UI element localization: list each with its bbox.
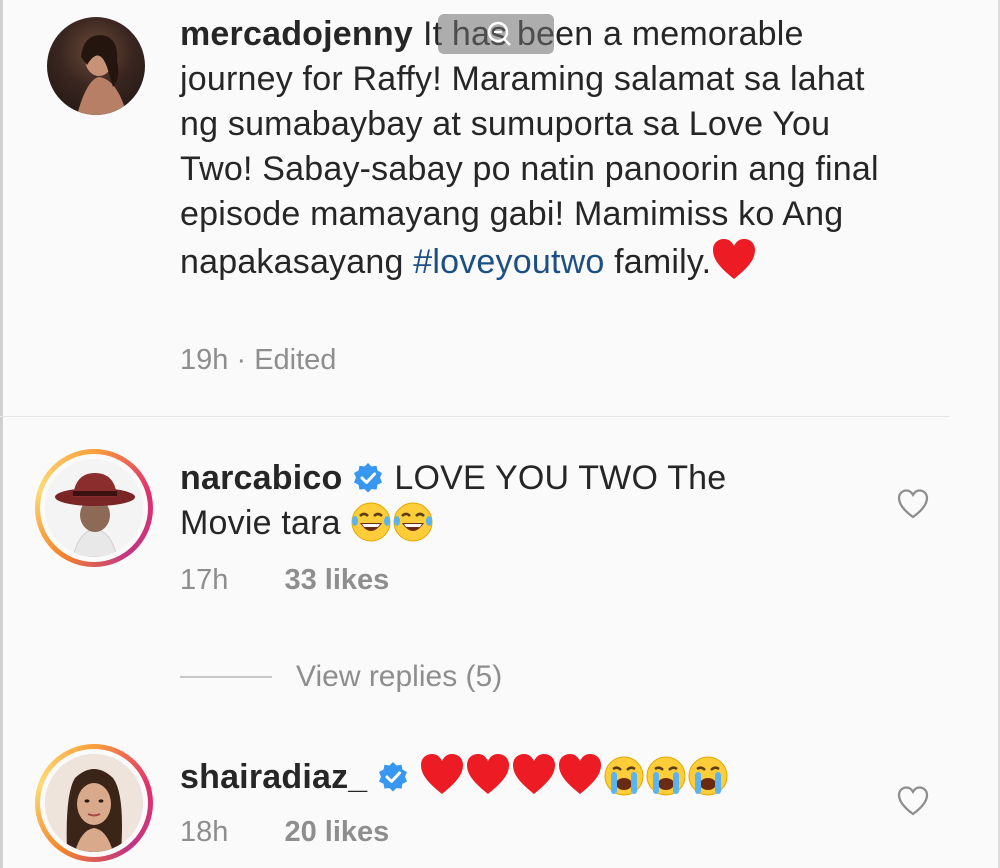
red-heart-icon	[467, 754, 510, 794]
timestamp: 18h	[180, 816, 229, 848]
red-heart-icon	[713, 239, 756, 279]
verified-badge-icon	[379, 762, 408, 792]
search-icon	[487, 21, 511, 46]
avatar-photo	[77, 35, 127, 115]
timestamp: 17h	[180, 564, 229, 596]
hashtag-link[interactable]: #loveyoutwo	[413, 243, 604, 281]
red-heart-icon	[513, 754, 556, 794]
zoom-overlay	[438, 14, 554, 54]
like-heart-icon[interactable]	[896, 487, 930, 521]
red-heart-icon	[421, 754, 464, 794]
username[interactable]: shairadiaz_	[180, 758, 367, 796]
red-heart-icon	[559, 754, 602, 794]
view-replies-button[interactable]: View replies (5)	[180, 660, 502, 694]
view-replies-label: View replies (5)	[296, 660, 503, 693]
comment-meta: 19h · Edited	[180, 344, 336, 377]
replies-line	[180, 676, 272, 678]
like-heart-icon[interactable]	[896, 784, 930, 818]
frame-edge	[0, 0, 3, 868]
username[interactable]: mercadojenny	[180, 15, 413, 53]
comment-meta: 18h 20 likes	[180, 816, 389, 849]
meta-separator: ·	[236, 344, 247, 376]
comment-text: shairadiaz_	[180, 752, 880, 800]
verified-badge-icon	[354, 463, 383, 493]
crying-emoji-icon	[604, 756, 644, 796]
avatar-shairadiaz[interactable]	[45, 754, 143, 852]
comment-body-end: family.	[614, 243, 712, 281]
comment-meta: 17h 33 likes	[180, 564, 389, 597]
crying-emoji-icon	[688, 756, 728, 796]
laughing-crying-emoji-icon	[351, 502, 391, 542]
laughing-crying-emoji-icon	[393, 502, 433, 542]
avatar-photo	[45, 754, 143, 852]
edited-label: Edited	[254, 344, 337, 376]
username[interactable]: narcabico	[180, 459, 342, 497]
comment-body: It has been a memorable journey for Raff…	[180, 15, 879, 281]
avatar-photo	[45, 459, 143, 557]
avatar-mercadojenny[interactable]	[47, 17, 145, 115]
avatar-narcabico[interactable]	[45, 459, 143, 557]
likes-count[interactable]: 33 likes	[284, 564, 389, 596]
crying-emoji-icon	[646, 756, 686, 796]
divider	[0, 416, 950, 417]
comment-text: narcabico LOVE YOU TWO The Movie tara	[180, 456, 800, 546]
timestamp: 19h	[180, 344, 229, 376]
likes-count[interactable]: 20 likes	[284, 816, 389, 848]
